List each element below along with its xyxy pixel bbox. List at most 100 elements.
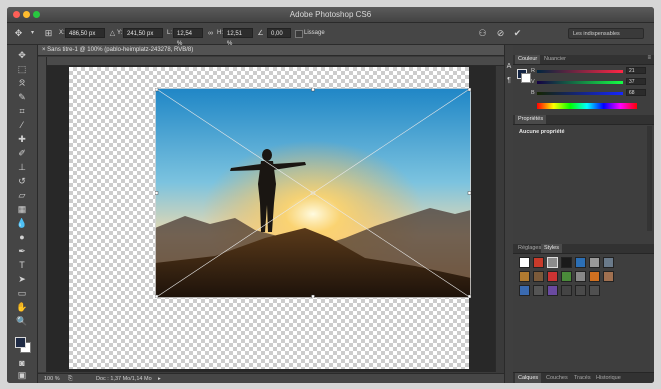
tab-adjustments[interactable]: Réglages xyxy=(515,244,544,253)
h-field[interactable]: 12,51 % xyxy=(223,28,253,47)
move-tool-preset-icon[interactable]: ✥ xyxy=(13,28,24,39)
style-swatch[interactable] xyxy=(533,257,544,268)
transform-handle[interactable] xyxy=(467,191,471,195)
commit-transform-icon[interactable]: ✔ xyxy=(512,28,523,39)
eyedropper-tool-icon[interactable]: ⁄ xyxy=(16,119,28,131)
warp-mode-icon[interactable]: ⚇ xyxy=(477,28,488,39)
style-swatch[interactable] xyxy=(603,257,614,268)
eraser-tool-icon[interactable]: ▱ xyxy=(16,189,28,201)
tab-swatches[interactable]: Nuancier xyxy=(541,55,569,64)
style-swatch[interactable] xyxy=(575,285,586,296)
transform-handle[interactable] xyxy=(155,191,159,195)
tab-properties[interactable]: Propriétés xyxy=(515,115,547,124)
lasso-tool-icon[interactable]: ᘝ xyxy=(16,77,28,89)
style-swatch[interactable] xyxy=(519,271,530,282)
tab-history[interactable]: Historique xyxy=(593,373,624,383)
style-swatch[interactable] xyxy=(547,285,558,296)
transform-handle[interactable] xyxy=(467,88,471,92)
paragraph-panel-icon[interactable]: ¶ xyxy=(505,77,513,84)
style-swatch[interactable] xyxy=(575,271,586,282)
reference-point-icon[interactable]: ⊞ xyxy=(43,28,54,39)
v-label: V xyxy=(531,79,535,85)
status-menu-icon[interactable]: ▸ xyxy=(158,374,161,383)
smoothing-label: Lissage xyxy=(304,30,325,36)
w-label: L: xyxy=(167,30,173,36)
style-swatch[interactable] xyxy=(561,285,572,296)
style-swatch[interactable] xyxy=(589,271,600,282)
style-swatch[interactable] xyxy=(589,257,600,268)
tab-channels[interactable]: Couches xyxy=(543,373,571,383)
right-panels: Couleur Nuancier ≡ R 21 V 37 B 68 Propri… xyxy=(513,45,654,383)
character-panel-icon[interactable]: A xyxy=(505,63,513,70)
transform-handle[interactable] xyxy=(311,294,315,298)
zoom-tool-icon[interactable]: 🔍 xyxy=(16,315,28,327)
tab-color[interactable]: Couleur xyxy=(515,55,541,64)
dodge-tool-icon[interactable]: ● xyxy=(16,231,28,243)
type-tool-icon[interactable]: T xyxy=(16,259,28,271)
history-brush-tool-icon[interactable]: ↺ xyxy=(16,175,28,187)
style-swatch[interactable] xyxy=(547,257,558,268)
properties-scrollbar[interactable] xyxy=(647,126,652,231)
marquee-tool-icon[interactable]: ⬚ xyxy=(16,63,28,75)
r-slider[interactable] xyxy=(537,70,623,73)
tab-paths[interactable]: Tracés xyxy=(571,373,594,383)
b-slider[interactable] xyxy=(537,92,623,95)
panel-menu-icon[interactable]: ≡ xyxy=(647,55,651,61)
style-swatch[interactable] xyxy=(519,285,530,296)
photo-layer[interactable] xyxy=(155,88,471,298)
canvas-area[interactable] xyxy=(47,66,495,372)
document-tab[interactable]: × Sans titre-1 @ 100% (pablo-heimplatz-2… xyxy=(38,45,504,56)
link-icon[interactable]: ∞ xyxy=(205,28,216,39)
document-tab-title: Sans titre-1 @ 100% (pablo-heimplatz-243… xyxy=(47,47,194,53)
quick-mask-icon[interactable]: ◙ xyxy=(16,357,28,369)
color-background-chip[interactable] xyxy=(521,73,531,83)
tab-styles[interactable]: Styles xyxy=(541,244,562,253)
healing-brush-tool-icon[interactable]: ✚ xyxy=(16,133,28,145)
workspace-select[interactable]: Les indispensables xyxy=(568,28,644,39)
style-swatch[interactable] xyxy=(575,257,586,268)
cancel-transform-icon[interactable]: ⊘ xyxy=(495,28,506,39)
zoom-level[interactable]: 100 % xyxy=(44,374,60,383)
smoothing-checkbox[interactable] xyxy=(295,30,303,38)
blur-tool-icon[interactable]: 💧 xyxy=(16,217,28,229)
style-swatch[interactable] xyxy=(533,271,544,282)
transform-handle[interactable] xyxy=(155,294,159,298)
b-value[interactable]: 68 xyxy=(626,89,646,96)
x-field[interactable]: 486,50 px xyxy=(65,28,105,38)
style-swatch[interactable] xyxy=(547,271,558,282)
style-swatch[interactable] xyxy=(533,285,544,296)
tools-panel: ✥ ⬚ ᘝ ✎ ⌗ ⁄ ✚ ✐ ⊥ ↺ ▱ ▦ 💧 ● ✒ T ➤ ▭ ✋ 🔍 … xyxy=(7,45,38,383)
pen-tool-icon[interactable]: ✒ xyxy=(16,245,28,257)
screen-mode-icon[interactable]: ▣ xyxy=(16,369,28,381)
gradient-tool-icon[interactable]: ▦ xyxy=(16,203,28,215)
crop-tool-icon[interactable]: ⌗ xyxy=(16,105,28,117)
v-slider[interactable] xyxy=(537,81,623,84)
quick-selection-tool-icon[interactable]: ✎ xyxy=(16,91,28,103)
tab-layers[interactable]: Calques xyxy=(515,373,542,383)
r-value[interactable]: 21 xyxy=(626,67,646,74)
brush-tool-icon[interactable]: ✐ xyxy=(16,147,28,159)
path-selection-tool-icon[interactable]: ➤ xyxy=(16,273,28,285)
color-spectrum-ramp[interactable] xyxy=(537,103,637,109)
angle-field[interactable]: 0,00 xyxy=(267,28,291,38)
document-size: Doc : 1,37 Mo/1,14 Mo xyxy=(96,376,152,382)
properties-header: Propriétés xyxy=(513,115,654,125)
preset-dropdown-icon[interactable]: ▾ xyxy=(27,28,38,39)
style-swatch[interactable] xyxy=(561,271,572,282)
transform-handle[interactable] xyxy=(155,88,159,92)
hand-tool-icon[interactable]: ✋ xyxy=(16,301,28,313)
style-swatch[interactable] xyxy=(561,257,572,268)
w-field[interactable]: 12,54 % xyxy=(173,28,203,47)
style-swatch[interactable] xyxy=(519,257,530,268)
v-value[interactable]: 37 xyxy=(626,78,646,85)
style-swatch[interactable] xyxy=(603,271,614,282)
y-field[interactable]: 241,50 px xyxy=(123,28,163,38)
status-share-icon[interactable]: ⎘ xyxy=(68,374,72,383)
shape-tool-icon[interactable]: ▭ xyxy=(16,287,28,299)
transform-handle[interactable] xyxy=(311,88,315,92)
move-tool-icon[interactable]: ✥ xyxy=(16,49,28,61)
style-swatch[interactable] xyxy=(589,285,600,296)
clone-stamp-tool-icon[interactable]: ⊥ xyxy=(16,161,28,173)
foreground-color-swatch[interactable] xyxy=(15,337,26,348)
transform-handle[interactable] xyxy=(467,294,471,298)
